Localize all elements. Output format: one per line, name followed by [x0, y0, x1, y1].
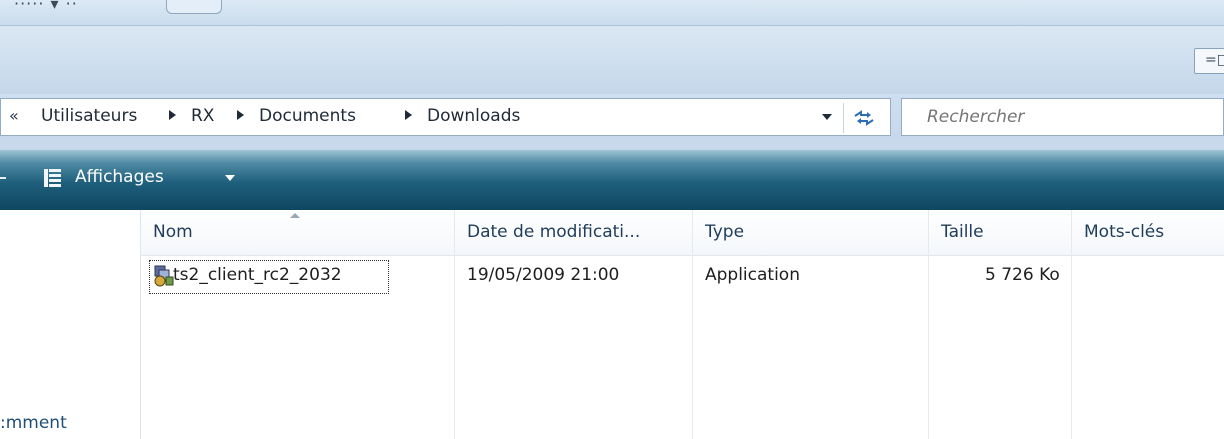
command-band: [0, 26, 1224, 94]
column-divider[interactable]: [692, 210, 693, 439]
column-divider[interactable]: [928, 210, 929, 439]
nav-pane-link[interactable]: :mment: [0, 413, 67, 433]
command-toolbar: Affichages: [0, 150, 1224, 210]
column-header-date[interactable]: Date de modificati...: [455, 210, 693, 256]
file-date: 19/05/2009 21:00: [467, 265, 620, 285]
file-row[interactable]: ts2_client_rc2_2032 19/05/2009 21:00 App…: [149, 260, 1224, 294]
column-header-label: Type: [705, 222, 745, 242]
application-file-icon: [154, 265, 174, 287]
breadcrumb-downloads[interactable]: Downloads: [427, 106, 520, 126]
breadcrumb-separator[interactable]: [169, 110, 176, 120]
column-header-label: Date de modificati...: [467, 222, 641, 242]
column-header-name[interactable]: Nom: [141, 210, 455, 256]
column-header-label: Nom: [153, 222, 193, 242]
address-bar[interactable]: « Utilisateurs RX Documents Downloads: [0, 98, 891, 136]
window-control-icon: =□: [1205, 52, 1224, 68]
column-header-label: Taille: [941, 222, 984, 242]
column-header-tags[interactable]: Mots-clés: [1072, 210, 1224, 256]
views-grid-icon: [44, 169, 61, 187]
column-header-label: Mots-clés: [1084, 222, 1165, 242]
file-list-view: Nom Date de modificati... Type Taille Mo…: [141, 210, 1224, 439]
column-header-row: Nom Date de modificati... Type Taille Mo…: [141, 210, 1224, 256]
window-tab[interactable]: [166, 0, 222, 14]
file-size: 5 726 Ko: [985, 265, 1060, 285]
refresh-button[interactable]: [843, 103, 883, 133]
column-header-type[interactable]: Type: [693, 210, 929, 256]
window-title-strip: ····· ▾ ··: [0, 0, 1224, 26]
refresh-icon: [854, 110, 874, 126]
sort-ascending-icon: [290, 213, 300, 218]
column-divider[interactable]: [454, 210, 455, 439]
column-header-size[interactable]: Taille: [929, 210, 1072, 256]
breadcrumb-separator[interactable]: [405, 110, 412, 120]
views-label: Affichages: [75, 167, 164, 187]
chevron-down-icon[interactable]: [225, 175, 235, 181]
views-button[interactable]: Affichages: [38, 162, 248, 196]
search-input[interactable]: [903, 100, 1203, 134]
breadcrumb-separator[interactable]: [237, 110, 244, 120]
breadcrumb-utilisateurs[interactable]: Utilisateurs: [41, 106, 137, 126]
window-control-button[interactable]: =□: [1194, 48, 1224, 74]
search-box[interactable]: [901, 98, 1224, 136]
breadcrumb-overflow-chevron[interactable]: «: [9, 106, 19, 125]
file-name: ts2_client_rc2_2032: [173, 265, 342, 285]
toolbar-separator: [0, 140, 1224, 150]
window-title-fragment: ····· ▾ ··: [14, 0, 78, 13]
address-history-dropdown-icon[interactable]: [822, 114, 832, 120]
toolbar-previous-item-edge: [0, 177, 6, 179]
breadcrumb-rx[interactable]: RX: [191, 106, 214, 126]
file-type: Application: [705, 265, 800, 285]
column-divider[interactable]: [1071, 210, 1072, 439]
navigation-pane: :mment: [0, 210, 141, 439]
breadcrumb-documents[interactable]: Documents: [259, 106, 356, 126]
